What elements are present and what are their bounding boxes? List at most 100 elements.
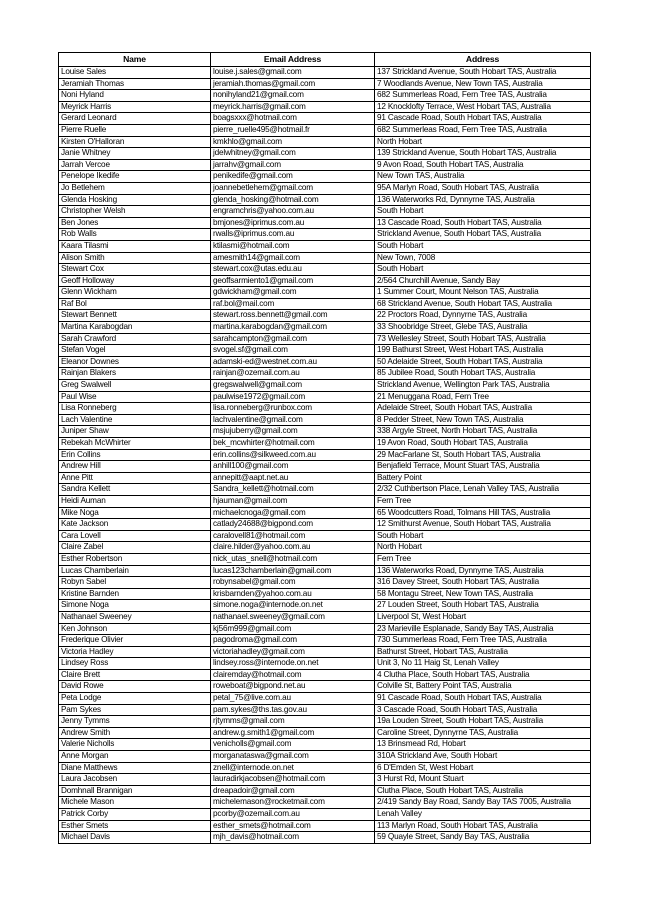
contact-name: Esther Robertson	[58, 552, 211, 566]
contact-email: simone.noga@internode.on.net	[210, 599, 375, 612]
table-row: Jenny Tymms rjtymms@gmail.com 19a Louden S…	[58, 715, 591, 728]
contact-email: pam.sykes@ths.tas.gov.au	[210, 703, 375, 717]
table-row: Valerie Nicholls venicholls@gmail.com 13 B…	[58, 738, 591, 752]
contact-email: clairemday@hotmail.com	[210, 668, 375, 682]
contact-name: Lach Valentine	[58, 413, 211, 427]
contact-email: michaelcnoga@gmail.com	[210, 506, 375, 520]
table-row: Laura Jacobsen lauradirkjacobsen@hotmail.…	[58, 773, 591, 786]
table-row: Pierre Ruelle pierre_ruelle495@hotmail.fr…	[58, 123, 591, 137]
contact-name: Robyn Sabel	[58, 576, 211, 589]
table-row: Esther Robertson nick_utas_snell@hotmail.…	[58, 552, 591, 566]
contact-email: esther_smets@hotmail.com	[210, 819, 375, 833]
contact-name: Valerie Nicholls	[58, 738, 211, 752]
contact-name: Kate Jackson	[58, 518, 211, 531]
contact-address: 29 MacFarlane St, South Hobart TAS, Aust…	[374, 448, 591, 462]
contact-email: paulwise1972@gmail.com	[210, 390, 375, 404]
contact-address: 59 Quayle Street, Sandy Bay TAS, Austral…	[374, 831, 591, 844]
contact-name: Sandra Kellett	[58, 483, 211, 496]
contact-name: Greg Swalwell	[58, 379, 211, 392]
table-row: Cara Lovell caralovell81@hotmail.com South…	[58, 529, 591, 543]
contact-email: kj56m999@gmail.com	[210, 622, 375, 636]
contact-name: Domhnall Brannigan	[58, 784, 211, 798]
contact-name: Andrew Hill	[58, 460, 211, 473]
contact-name: Diane Matthews	[58, 761, 211, 775]
contact-address: 3 Hurst Rd, Mount Stuart	[374, 773, 591, 786]
contact-name: Michele Mason	[58, 796, 211, 809]
contact-email: dreapadoir@gmail.com	[210, 784, 375, 798]
contact-email: nathanael.sweeney@gmail.com	[210, 610, 375, 624]
contact-email: msjujuberry@gmail.com	[210, 425, 375, 438]
contact-address: 21 Menuggana Road, Fern Tree	[374, 390, 591, 404]
table-row: Robyn Sabel robynsabel@gmail.com 316 Davey…	[58, 576, 591, 589]
table-row: Peta Lodge petal_75@live.com.au 91 Cascade…	[58, 692, 591, 705]
contact-email: rjtymms@gmail.com	[210, 715, 375, 728]
table-header: Name Email Address Address	[58, 52, 591, 67]
contact-address: 2/419 Sandy Bay Road, Sandy Bay TAS 7005…	[374, 796, 591, 809]
contact-address: 316 Davey Street, South Hobart TAS, Aust…	[374, 576, 591, 589]
contact-address: Strickland Avenue, South Hobart TAS, Aus…	[374, 228, 591, 241]
contact-email: venicholls@gmail.com	[210, 738, 375, 752]
contact-address: 730 Summerleas Road, Fern Tree TAS, Aust…	[374, 634, 591, 647]
contact-address: Strickland Avenue, Wellington Park TAS, …	[374, 379, 591, 392]
contact-email: boagsxxx@hotmail.com	[210, 112, 375, 125]
contact-address: 33 Shoobridge Street, Glebe TAS, Austral…	[374, 321, 591, 334]
contact-email: mjh_davis@hotmail.com	[210, 831, 375, 844]
contact-email: victoriahadley@gmail.com	[210, 645, 375, 659]
contact-name: Jo Betlehem	[58, 181, 211, 195]
column-header-address: Address	[374, 52, 591, 67]
contact-email: znell@internode.on.net	[210, 761, 375, 775]
contact-address: Clutha Place, South Hobart TAS, Australi…	[374, 784, 591, 798]
contact-address: 12 Smithurst Avenue, South Hobart TAS, A…	[374, 518, 591, 531]
contacts-table: Name Email Address Address Louise Sales l…	[58, 52, 591, 844]
contact-email: engramchris@yahoo.com.au	[210, 205, 375, 218]
table-row: Stefan Vogel svogel.sf@gmail.com 199 Bathu…	[58, 344, 591, 357]
contact-address: 12 Knocklofty Terrace, West Hobart TAS, …	[374, 100, 591, 114]
contact-name: Kirsten O'Halloran	[58, 135, 211, 149]
contact-address: Adelaide Street, South Hobart TAS, Austr…	[374, 402, 591, 415]
table-row: Andrew Hill anhill100@gmail.com Benjafield…	[58, 460, 591, 473]
contact-address: 19 Avon Road, South Hobart TAS, Australi…	[374, 437, 591, 450]
table-body: Louise Sales louise.j.sales@gmail.com 137 …	[58, 66, 591, 844]
table-row: Louise Sales louise.j.sales@gmail.com 137 …	[58, 66, 591, 79]
table-row: Claire Brett clairemday@hotmail.com 4 Clut…	[58, 668, 591, 682]
contact-email: sarahcampton@gmail.com	[210, 332, 375, 346]
contact-address: 682 Summerleas Road, Fern Tree TAS, Aust…	[374, 89, 591, 102]
table-row: Mike Noga michaelcnoga@gmail.com 65 Woodcu…	[58, 506, 591, 520]
contact-name: Jeramiah Thomas	[58, 77, 211, 91]
table-row: Ken Johnson kj56m999@gmail.com 23 Marievil…	[58, 622, 591, 636]
contact-name: Rainjan Blakers	[58, 367, 211, 381]
table-row: Kate Jackson catlady24688@bigpond.com 12 S…	[58, 518, 591, 531]
contact-email: michelemason@rocketmail.com	[210, 796, 375, 809]
contact-address: 2/32 Cuthbertson Place, Lenah Valley TAS…	[374, 483, 591, 496]
contact-name: Lucas Chamberlain	[58, 564, 211, 578]
table-row: Kaara Tilasmi ktilasmi@hotmail.com South H…	[58, 239, 591, 253]
contact-address: North Hobart	[374, 541, 591, 554]
contact-email: krisbarnden@yahoo.com.au	[210, 587, 375, 601]
table-row: Michele Mason michelemason@rocketmail.com…	[58, 796, 591, 809]
contact-address: Colville St, Battery Point TAS, Australi…	[374, 680, 591, 694]
table-row: Kirsten O'Halloran kmkhlo@gmail.com North …	[58, 135, 591, 149]
contact-address: Bathurst Street, Hobart TAS, Australia	[374, 645, 591, 659]
column-header-name: Name	[58, 52, 211, 67]
contact-name: Jarrah Vercoe	[58, 158, 211, 172]
contact-email: lucas123chamberlain@gmail.com	[210, 564, 375, 578]
table-row: Glenda Hosking glenda_hosking@hotmail.com…	[58, 193, 591, 207]
contact-address: Fern Tree	[374, 494, 591, 508]
contact-address: New Town TAS, Australia	[374, 170, 591, 183]
contact-name: David Rowe	[58, 680, 211, 694]
contact-name: Penelope Ikedife	[58, 170, 211, 183]
contact-name: Cara Lovell	[58, 529, 211, 543]
table-row: Rob Walls rwalls@iprimus.com.au Strickland…	[58, 228, 591, 241]
contact-name: Glenda Hosking	[58, 193, 211, 207]
contact-address: 137 Strickland Avenue, South Hobart TAS,…	[374, 66, 591, 79]
table-row: Diane Matthews znell@internode.on.net 6 D'…	[58, 761, 591, 775]
contact-name: Geoff Holloway	[58, 274, 211, 288]
contact-name: Stefan Vogel	[58, 344, 211, 357]
contact-name: Andrew Smith	[58, 726, 211, 740]
contact-address: 139 Strickland Avenue, South Hobart TAS,…	[374, 147, 591, 160]
contact-address: 2/564 Churchill Avenue, Sandy Bay	[374, 274, 591, 288]
contact-address: 682 Summerleas Road, Fern Tree TAS, Aust…	[374, 123, 591, 137]
contact-name: Martina Karabogdan	[58, 321, 211, 334]
contact-address: Unit 3, No 11 Haig St, Lenah Valley	[374, 657, 591, 670]
column-header-email: Email Address	[210, 52, 375, 67]
